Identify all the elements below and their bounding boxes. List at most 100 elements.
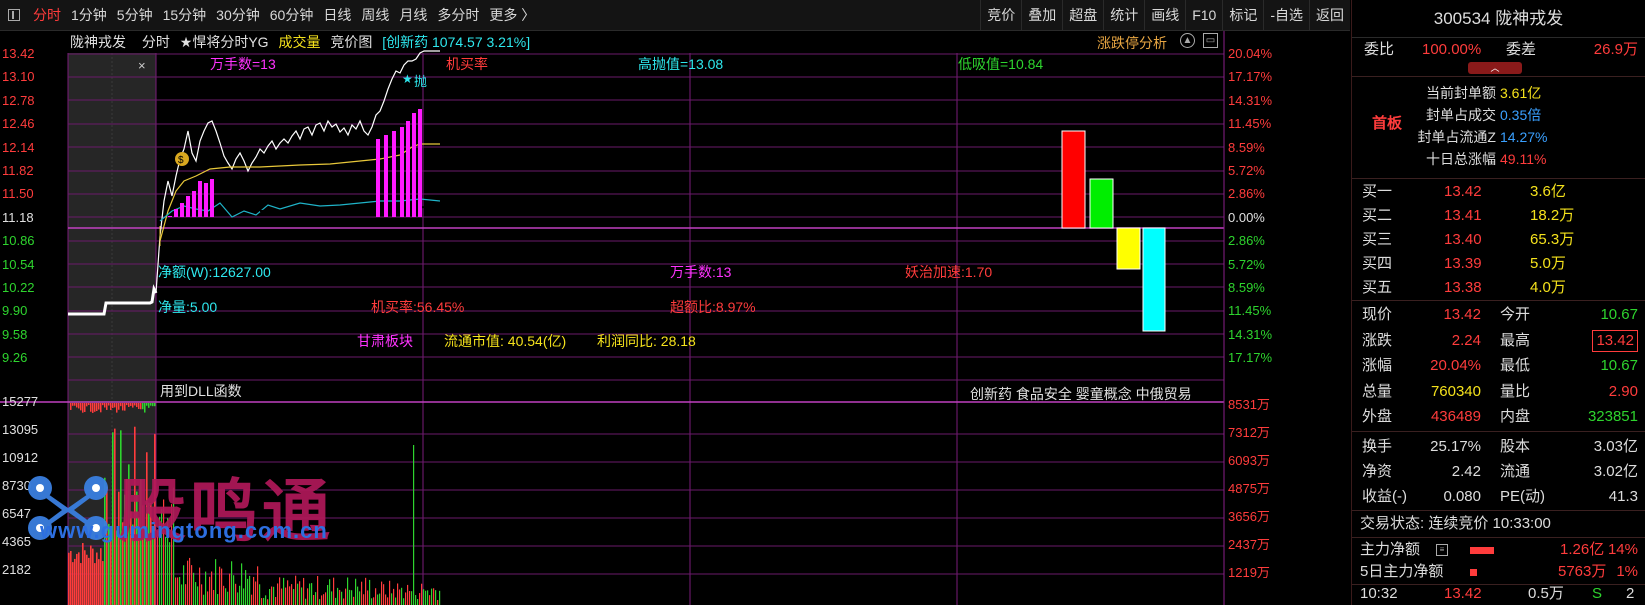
- bid-label: 买三: [1362, 231, 1393, 248]
- flow-bar: [74, 403, 76, 406]
- price-tick-left: 13.10: [2, 69, 35, 85]
- volume-bar: [425, 590, 427, 605]
- profit-yoy-label: 利润同比: 28.18: [597, 333, 696, 349]
- volume-bar: [96, 552, 98, 605]
- sidebar-toggle-icon[interactable]: [8, 9, 20, 21]
- volume-bar: [419, 593, 421, 605]
- volume-bar: [383, 584, 385, 605]
- volume-toggle[interactable]: 成交量: [278, 31, 320, 53]
- stats-button[interactable]: 统计: [1103, 0, 1144, 31]
- close-overlay-icon[interactable]: ×: [138, 58, 146, 73]
- high-sell-label: 高抛值=13.08: [638, 56, 724, 72]
- volume-bar: [189, 557, 191, 605]
- volume-bar: [122, 522, 124, 605]
- volume-bar: [411, 591, 413, 605]
- overlay-button[interactable]: 叠加: [1021, 0, 1062, 31]
- collapse-up-icon[interactable]: ▲: [1180, 33, 1195, 48]
- volume-bar: [355, 578, 357, 605]
- volume-bar: [181, 584, 183, 605]
- volume-bar: [179, 576, 181, 605]
- auction-button[interactable]: 竞价: [980, 0, 1021, 31]
- volume-bar: [279, 577, 281, 605]
- volume-bar: [253, 576, 255, 605]
- bid-volume: 5.0万: [1530, 255, 1566, 272]
- bid-volume: 3.6亿: [1530, 183, 1566, 200]
- auction-chart-toggle[interactable]: 竞价图: [330, 31, 372, 53]
- signal-bar: [180, 203, 184, 217]
- volume-bar: [353, 596, 355, 605]
- tab-multi-intraday[interactable]: 多分时: [432, 5, 484, 25]
- volume-bar: [241, 563, 243, 605]
- tab-monthly[interactable]: 月线: [394, 5, 432, 25]
- quote-row: 现价 13.42 今开 10.67: [1352, 302, 1645, 327]
- jimailv-mid-label: 机买率:56.45%: [371, 299, 465, 315]
- tab-15min[interactable]: 15分钟: [158, 5, 212, 25]
- percent-tick-right: 14.31%: [1228, 92, 1273, 108]
- seal-row-value: 14.27%: [1500, 129, 1548, 145]
- tab-weekly[interactable]: 周线: [356, 5, 394, 25]
- volume-bar: [239, 585, 241, 605]
- tab-30min[interactable]: 30分钟: [211, 5, 265, 25]
- seal-row-value: 3.61亿: [1500, 85, 1542, 101]
- tab-60min[interactable]: 60分钟: [265, 5, 319, 25]
- tab-intraday[interactable]: 分时: [28, 5, 66, 25]
- flow-bar: [124, 403, 126, 411]
- seal-row: 封单占成交 0.35倍: [1352, 104, 1645, 126]
- volume-tick-left: 2182: [2, 562, 31, 577]
- price-tick-left: 11.18: [2, 209, 34, 225]
- volume-bar: [285, 587, 287, 605]
- f10-button[interactable]: F10: [1185, 0, 1222, 31]
- volume-bar: [193, 572, 195, 605]
- draw-line-button[interactable]: 画线: [1144, 0, 1185, 31]
- limit-bar-green: [1089, 178, 1114, 229]
- flow-bar: [98, 403, 100, 410]
- remove-watchlist-button[interactable]: -自选: [1263, 0, 1309, 31]
- list-icon[interactable]: ≡: [1436, 544, 1448, 556]
- volume-bar: [421, 583, 423, 605]
- price-tick-left: 12.78: [2, 92, 35, 108]
- bid-price: 13.38: [1444, 279, 1482, 296]
- volume-bar: [207, 591, 209, 605]
- back-button[interactable]: 返回: [1309, 0, 1350, 31]
- bid-row: 买三 13.40 65.3万: [1352, 228, 1645, 252]
- star-icon: ★: [402, 72, 413, 86]
- quote-label: 现价: [1362, 306, 1393, 323]
- quote-row: 外盘 436489 内盘 323851: [1352, 404, 1645, 429]
- volume-bar: [363, 594, 365, 605]
- bid-volume: 4.0万: [1530, 279, 1566, 296]
- tab-daily[interactable]: 日线: [318, 5, 356, 25]
- sector-info[interactable]: [创新药 1074.57 3.21%]: [382, 31, 530, 53]
- quote-label: 今开: [1500, 306, 1531, 323]
- sell-mark-label: 抛: [414, 74, 428, 89]
- volume-bar: [217, 594, 219, 605]
- flow-bar: [150, 403, 152, 406]
- volume-bar: [357, 586, 359, 605]
- expand-chevron-icon[interactable]: ︿: [1468, 62, 1522, 74]
- volume-bar: [369, 579, 371, 605]
- volume-bar: [385, 594, 387, 605]
- intraday-chart[interactable]: $ ★: [0, 31, 1350, 605]
- volume-bar: [177, 577, 179, 605]
- tab-5min[interactable]: 5分钟: [112, 5, 158, 25]
- volume-bar: [373, 597, 375, 605]
- maximize-icon[interactable]: ▭: [1203, 33, 1218, 48]
- super-board-button[interactable]: 超盘: [1062, 0, 1103, 31]
- flow-bar: [92, 403, 94, 413]
- mark-button[interactable]: 标记: [1222, 0, 1263, 31]
- tab-more[interactable]: 更多 〉: [484, 5, 540, 25]
- volume-bar: [197, 586, 199, 605]
- volume-bar: [237, 592, 239, 605]
- main5-pct: 1%: [1616, 563, 1638, 580]
- tab-1min[interactable]: 1分钟: [66, 5, 112, 25]
- indicator-name[interactable]: ★悍将分时YG: [180, 31, 269, 53]
- volume-bar: [199, 567, 201, 605]
- limit-analysis-link[interactable]: 涨跌停分析: [1097, 33, 1167, 53]
- volume-bar: [144, 526, 146, 605]
- price-line: [155, 50, 440, 294]
- quote-label: 量比: [1500, 382, 1531, 400]
- percent-tick-right: 20.04%: [1228, 46, 1273, 61]
- volume-bar: [112, 432, 114, 605]
- fund-row: 净资 2.42 流通 3.02亿: [1352, 459, 1645, 484]
- volume-bar: [235, 583, 237, 605]
- volume-bar: [90, 545, 92, 605]
